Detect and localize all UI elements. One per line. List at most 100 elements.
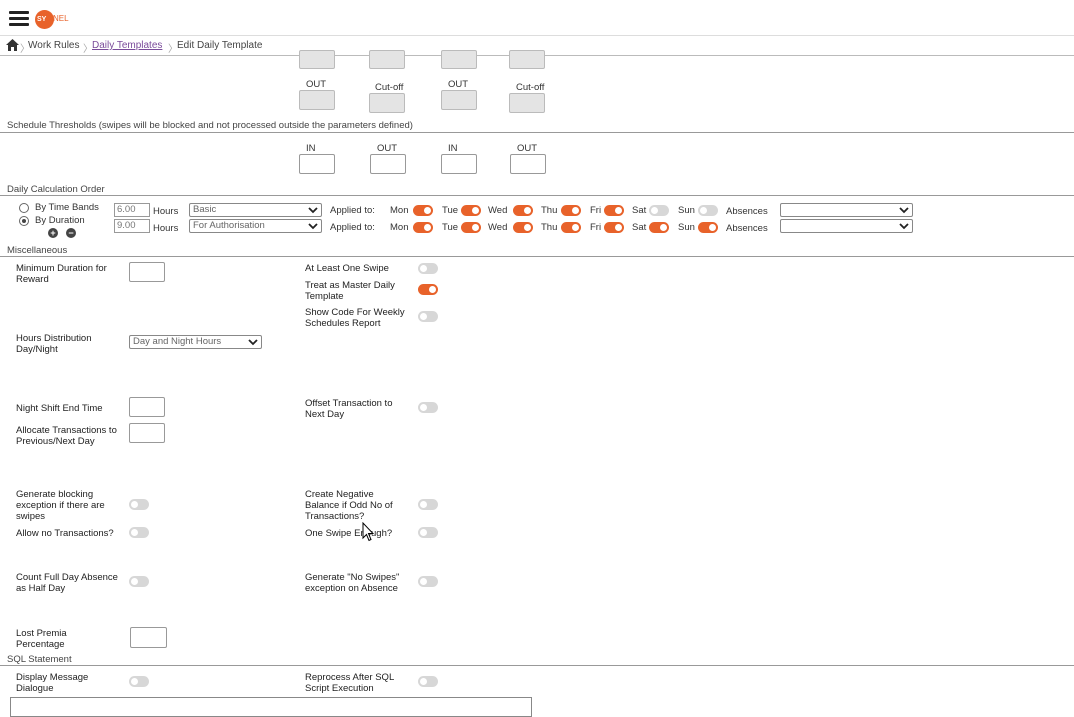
toggle-tue[interactable] bbox=[461, 222, 481, 233]
cutoff-label: Cut-off bbox=[516, 82, 545, 93]
top-bar: SY NEL bbox=[0, 0, 1074, 36]
hours-label: Hours bbox=[153, 223, 179, 234]
threshold-out-field[interactable] bbox=[510, 154, 546, 174]
home-icon[interactable] bbox=[6, 39, 19, 51]
lost-premia-input[interactable] bbox=[130, 627, 167, 648]
toggle-sun[interactable] bbox=[698, 205, 718, 216]
toggle-fri[interactable] bbox=[604, 205, 624, 216]
breadcrumb-current: Edit Daily Template bbox=[177, 40, 263, 51]
section-thresholds: Schedule Thresholds (swipes will be bloc… bbox=[7, 120, 413, 131]
absences-select[interactable] bbox=[780, 219, 913, 233]
absences-select[interactable] bbox=[780, 203, 913, 217]
generate-blocking-label: Generate blocking exception if there are… bbox=[16, 489, 105, 522]
count-full-day-toggle[interactable] bbox=[129, 576, 149, 587]
toggle-mon[interactable] bbox=[413, 205, 433, 216]
section-misc: Miscellaneous bbox=[7, 245, 68, 256]
out-time-field[interactable] bbox=[441, 90, 477, 110]
time-field[interactable] bbox=[299, 50, 335, 69]
create-negative-toggle[interactable] bbox=[418, 499, 438, 510]
by-time-bands-radio[interactable] bbox=[19, 203, 29, 213]
absences-label: Absences bbox=[726, 223, 768, 234]
hours-input[interactable]: 6.00 bbox=[114, 203, 150, 217]
hours-label: Hours bbox=[153, 206, 179, 217]
toggle-tue[interactable] bbox=[461, 205, 481, 216]
hours-distribution-select[interactable]: Day and Night Hours bbox=[129, 335, 262, 349]
breadcrumb-daily-templates[interactable]: Daily Templates bbox=[92, 40, 162, 51]
out-label: OUT bbox=[517, 143, 538, 154]
toggle-thu[interactable] bbox=[561, 222, 581, 233]
breadcrumb-work-rules[interactable]: Work Rules bbox=[28, 40, 80, 51]
out-label: OUT bbox=[377, 143, 398, 154]
toggle-sat[interactable] bbox=[649, 205, 669, 216]
divider bbox=[0, 665, 1074, 666]
out-time-field[interactable] bbox=[299, 90, 335, 110]
add-icon[interactable]: + bbox=[48, 228, 58, 238]
hours-distribution-label: Hours Distribution Day/Night bbox=[16, 333, 92, 355]
allow-no-transactions-toggle[interactable] bbox=[129, 527, 149, 538]
cutoff-time-field[interactable] bbox=[509, 93, 545, 113]
show-code-toggle[interactable] bbox=[418, 311, 438, 322]
mouse-cursor-icon bbox=[362, 522, 374, 542]
reprocess-after-toggle[interactable] bbox=[418, 676, 438, 687]
night-shift-end-label: Night Shift End Time bbox=[16, 403, 103, 414]
display-message-label: Display Message Dialogue bbox=[16, 672, 89, 694]
toggle-mon[interactable] bbox=[413, 222, 433, 233]
threshold-in-field[interactable] bbox=[441, 154, 477, 174]
night-shift-end-input[interactable] bbox=[129, 397, 165, 417]
create-negative-label: Create Negative Balance if Odd No of Tra… bbox=[305, 489, 393, 522]
day-label: Tue bbox=[442, 222, 459, 233]
at-least-one-swipe-toggle[interactable] bbox=[418, 263, 438, 274]
at-least-one-swipe-label: At Least One Swipe bbox=[305, 263, 389, 274]
toggle-sat[interactable] bbox=[649, 222, 669, 233]
threshold-in-field[interactable] bbox=[299, 154, 335, 174]
in-label: IN bbox=[306, 143, 316, 154]
menu-icon[interactable] bbox=[9, 11, 29, 27]
treat-master-toggle[interactable] bbox=[418, 284, 438, 295]
sql-statement-textarea[interactable] bbox=[10, 697, 532, 717]
section-calc-order: Daily Calculation Order bbox=[7, 184, 105, 195]
reprocess-after-label: Reprocess After SQL Script Execution bbox=[305, 672, 394, 694]
allocate-transactions-input[interactable] bbox=[129, 423, 165, 443]
cutoff-time-field[interactable] bbox=[369, 93, 405, 113]
chevron-down-icon bbox=[899, 207, 909, 214]
min-duration-input[interactable] bbox=[129, 262, 165, 282]
toggle-wed[interactable] bbox=[513, 205, 533, 216]
toggle-fri[interactable] bbox=[604, 222, 624, 233]
toggle-wed[interactable] bbox=[513, 222, 533, 233]
time-field[interactable] bbox=[441, 50, 477, 69]
time-field[interactable] bbox=[509, 50, 545, 69]
day-label: Sat bbox=[632, 222, 647, 233]
absences-label: Absences bbox=[726, 206, 768, 217]
generate-blocking-toggle[interactable] bbox=[129, 499, 149, 510]
chevron-down-icon bbox=[308, 223, 318, 230]
toggle-thu[interactable] bbox=[561, 205, 581, 216]
day-label: Wed bbox=[488, 205, 508, 216]
hours-type-select[interactable]: Basic bbox=[189, 203, 322, 217]
day-label: Mon bbox=[390, 222, 409, 233]
count-full-day-label: Count Full Day Absence as Half Day bbox=[16, 572, 118, 594]
remove-icon[interactable]: − bbox=[66, 228, 76, 238]
day-label: Thu bbox=[541, 205, 558, 216]
time-field[interactable] bbox=[369, 50, 405, 69]
generate-no-swipes-toggle[interactable] bbox=[418, 576, 438, 587]
by-duration-radio[interactable] bbox=[19, 216, 29, 226]
generate-no-swipes-label: Generate "No Swipes" exception on Absenc… bbox=[305, 572, 400, 594]
day-label: Sat bbox=[632, 205, 647, 216]
offset-transaction-toggle[interactable] bbox=[418, 402, 438, 413]
chevron-down-icon bbox=[248, 339, 258, 346]
one-swipe-enough-toggle[interactable] bbox=[418, 527, 438, 538]
threshold-out-field[interactable] bbox=[370, 154, 406, 174]
hours-input[interactable]: 9.00 bbox=[114, 219, 150, 233]
toggle-sun[interactable] bbox=[698, 222, 718, 233]
applied-to-label: Applied to: bbox=[330, 205, 375, 216]
chevron-down-icon bbox=[899, 223, 909, 230]
hours-type-select[interactable]: For Authorisation bbox=[189, 219, 322, 233]
divider bbox=[0, 195, 1074, 196]
applied-to-label: Applied to: bbox=[330, 222, 375, 233]
day-label: Sun bbox=[678, 222, 695, 233]
display-message-toggle[interactable] bbox=[129, 676, 149, 687]
day-label: Fri bbox=[590, 205, 602, 216]
section-sql: SQL Statement bbox=[7, 654, 72, 665]
in-label: IN bbox=[448, 143, 458, 154]
day-label: Sun bbox=[678, 205, 695, 216]
